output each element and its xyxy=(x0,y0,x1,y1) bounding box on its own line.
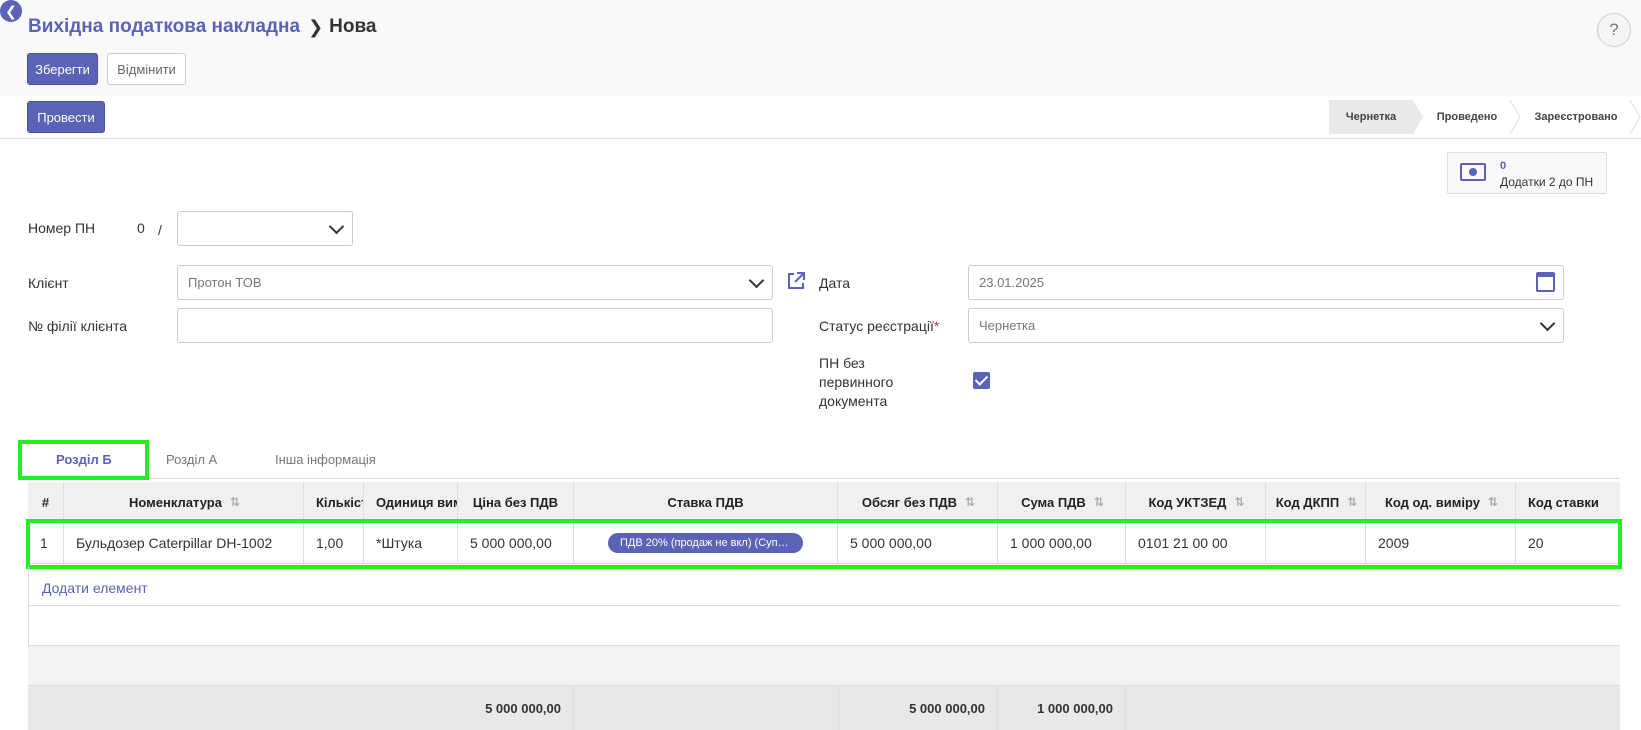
tab-section-a[interactable]: Розділ А xyxy=(166,440,217,478)
column-header-qty[interactable]: Кількість xyxy=(304,482,364,522)
number-select[interactable] xyxy=(177,211,353,246)
step-arrow-icon xyxy=(1413,100,1423,134)
total-price: 5 000 000,00 xyxy=(458,686,574,730)
column-header-label: Код од. виміру xyxy=(1384,494,1480,510)
status-step-label: Чернетка xyxy=(1345,111,1397,123)
money-icon xyxy=(1460,163,1486,181)
cancel-button[interactable]: Відмінити xyxy=(107,53,186,85)
reg-status-label-text: Статус реєстрації xyxy=(819,318,934,334)
column-header-uom[interactable]: Одиниця виміру xyxy=(364,482,458,522)
status-steps: Чернетка Проведено Зареєстровано xyxy=(1329,100,1641,134)
sort-icon: ⇅ xyxy=(1347,495,1357,509)
chevron-right-icon: ❯ xyxy=(308,16,324,37)
external-link-icon[interactable] xyxy=(786,271,806,291)
branch-label: № філії клієнта xyxy=(28,318,128,334)
no-primary-label-line: ПН без xyxy=(819,355,865,371)
sort-icon: ⇅ xyxy=(1093,495,1104,509)
chevron-down-icon xyxy=(748,272,765,289)
tab-other-info[interactable]: Інша інформація xyxy=(275,440,376,478)
column-header-amount[interactable]: Обсяг без ПДВ ⇅ xyxy=(838,482,998,522)
column-header-product[interactable]: Номенклатура ⇅ xyxy=(64,482,304,522)
total-vat-sum: 1 000 000,00 xyxy=(998,686,1126,730)
status-step-registered[interactable]: Зареєстровано xyxy=(1511,100,1641,134)
notebook-tabs: Розділ Б Розділ А Інша інформація xyxy=(28,440,1620,479)
breadcrumb-current: Нова xyxy=(329,16,377,37)
date-label: Дата xyxy=(819,275,851,291)
post-button[interactable]: Провести xyxy=(27,101,105,133)
column-header-price[interactable]: Ціна без ПДВ xyxy=(458,482,574,522)
sort-icon: ⇅ xyxy=(229,495,240,509)
status-step-label: Зареєстровано xyxy=(1534,111,1618,123)
column-header-vat-sum[interactable]: Сума ПДВ ⇅ xyxy=(998,482,1126,522)
no-primary-label-line: первинного xyxy=(819,374,894,390)
chevron-down-icon xyxy=(328,218,345,235)
sort-icon: ⇅ xyxy=(1234,495,1244,509)
chevron-down-icon xyxy=(1539,315,1556,332)
column-header-label: Сума ПДВ xyxy=(1021,494,1086,510)
required-mark: * xyxy=(933,318,940,334)
table-footer xyxy=(28,686,1620,730)
status-step-posted[interactable]: Проведено xyxy=(1413,100,1521,134)
breadcrumb: Вихідна податкова накладна ❯ Нова xyxy=(28,16,376,38)
column-header-label: Обсяг без ПДВ xyxy=(861,494,958,510)
calendar-icon[interactable] xyxy=(1536,272,1555,292)
number-label: Номер ПН xyxy=(28,220,96,236)
column-header-label: Код ДКПП xyxy=(1275,494,1340,510)
column-header-label: Код УКТЗЕД xyxy=(1148,494,1227,510)
status-step-label: Проведено xyxy=(1436,111,1498,123)
column-header-num: # xyxy=(28,482,64,522)
attachments-smart-button[interactable]: 0 Додатки 2 до ПН xyxy=(1447,152,1607,194)
no-primary-checkbox[interactable] xyxy=(973,372,990,389)
reg-status-label: Статус реєстрації* xyxy=(819,318,939,334)
reg-status-select[interactable]: Чернетка xyxy=(968,308,1564,343)
column-header-rate-code[interactable]: Код ставки xyxy=(1516,482,1620,522)
sort-icon: ⇅ xyxy=(965,495,975,509)
number-prefix: 0 xyxy=(137,220,145,236)
client-value: Протон ТОВ xyxy=(188,275,262,290)
column-header-uktzed[interactable]: Код УКТЗЕД ⇅ xyxy=(1126,482,1266,522)
date-input[interactable]: 23.01.2025 xyxy=(968,265,1564,300)
total-amount: 5 000 000,00 xyxy=(838,686,998,730)
column-header-label: Номенклатура xyxy=(129,494,222,510)
column-header-dkpp[interactable]: Код ДКПП ⇅ xyxy=(1266,482,1366,522)
highlight-tab-box xyxy=(18,440,149,480)
client-label: Клієнт xyxy=(28,275,69,291)
status-step-draft[interactable]: Чернетка xyxy=(1329,100,1423,134)
highlight-row-box xyxy=(26,519,1622,569)
breadcrumb-parent[interactable]: Вихідна податкова накладна xyxy=(28,16,300,38)
column-header-uom-code[interactable]: Код од. виміру ⇅ xyxy=(1366,482,1516,522)
table-empty-row xyxy=(28,646,1620,686)
no-primary-label: ПН без первинного документа xyxy=(819,354,893,411)
client-select[interactable]: Протон ТОВ xyxy=(177,265,773,300)
column-header-vat-rate[interactable]: Ставка ПДВ xyxy=(574,482,838,522)
table-empty-row xyxy=(28,566,1620,606)
back-arrow-icon[interactable]: ❮ xyxy=(0,0,22,22)
sort-icon: ⇅ xyxy=(1487,495,1498,509)
date-value: 23.01.2025 xyxy=(979,275,1045,290)
step-divider-icon xyxy=(1629,100,1641,134)
no-primary-label-line: документа xyxy=(819,393,888,409)
reg-status-value: Чернетка xyxy=(979,318,1036,333)
attachments-count: 0 xyxy=(1500,160,1507,172)
branch-input[interactable] xyxy=(177,308,773,343)
help-button[interactable]: ? xyxy=(1597,13,1631,47)
number-separator: / xyxy=(158,222,162,238)
save-button[interactable]: Зберегти xyxy=(27,53,98,85)
control-panel xyxy=(0,0,1641,97)
table-empty-row xyxy=(28,606,1620,646)
attachments-label: Додатки 2 до ПН xyxy=(1500,175,1594,189)
